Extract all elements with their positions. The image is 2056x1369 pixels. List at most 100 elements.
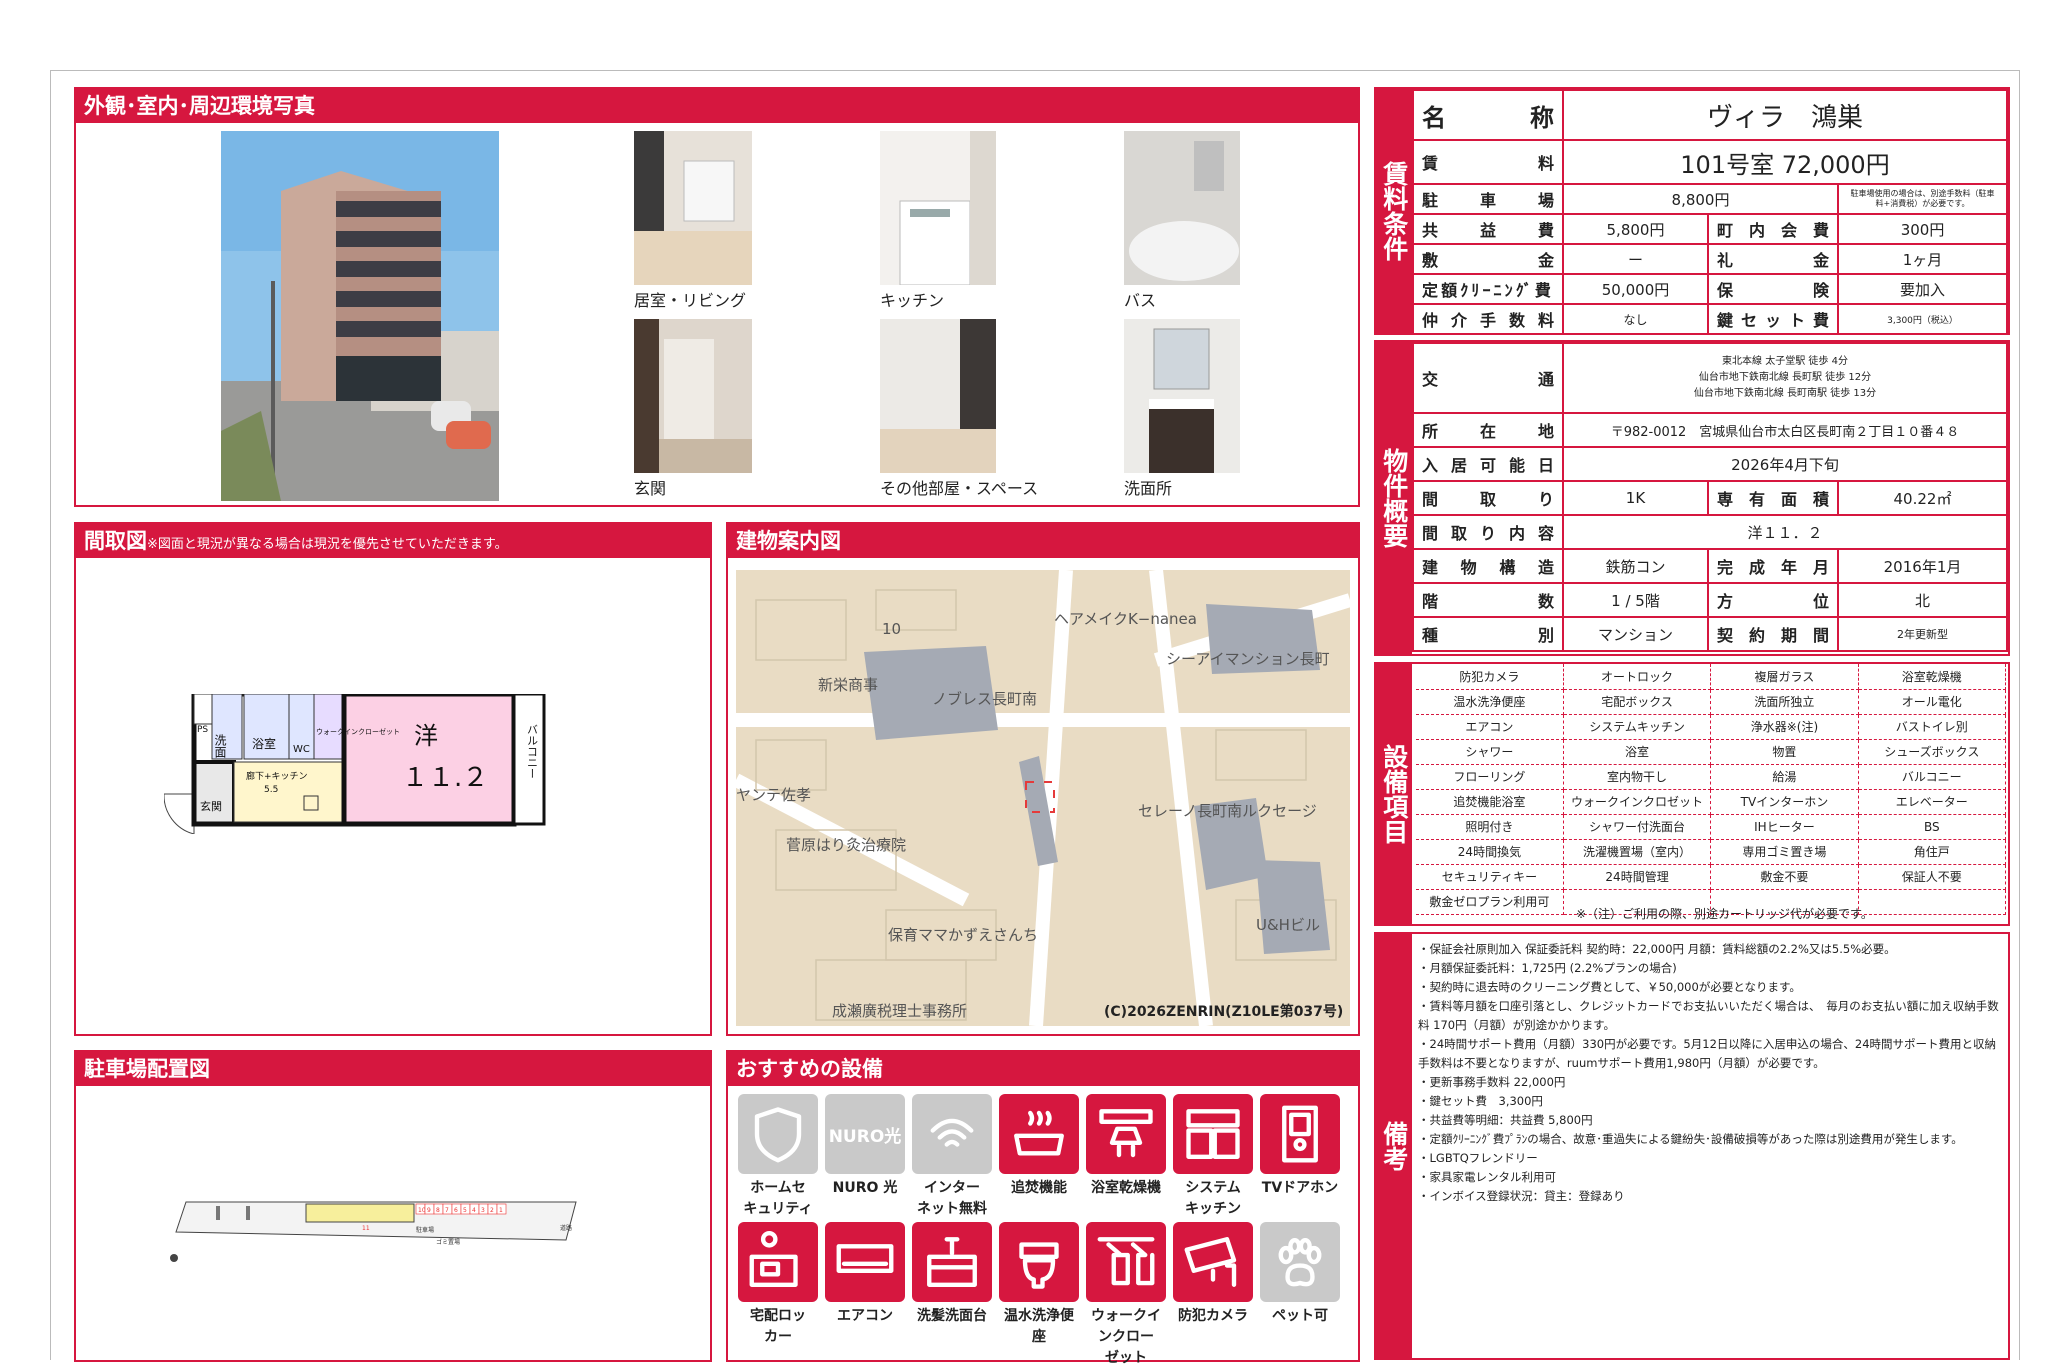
remark-line: ・共益費等明細：共益費 5,800円 bbox=[1418, 1113, 1593, 1127]
recommend-item: インター ネット無料 bbox=[912, 1094, 992, 1220]
caption-living: 居室・リビング bbox=[634, 291, 747, 310]
camera-icon bbox=[1173, 1222, 1253, 1302]
remark-line: ・家具家電レンタル利用可 bbox=[1418, 1170, 1556, 1184]
recommend-item: 追焚機能 bbox=[999, 1094, 1079, 1199]
equipment-item: セキュリティキー bbox=[1416, 864, 1564, 890]
recommend-label: 防犯カメラ bbox=[1178, 1308, 1248, 1324]
bathtub-icon bbox=[999, 1094, 1079, 1174]
floorplan-panel: 間取図※図面と現況が異なる場合は現況を優先させていただきます。 PS 洗面 浴室… bbox=[74, 522, 712, 1036]
map-label-sereno: セレーノ長町南ルクセージ bbox=[1138, 802, 1317, 820]
compass-icon bbox=[170, 1254, 178, 1262]
remark-line: ・月額保証委託料：1,725円 (2.2%プランの場合) bbox=[1418, 961, 1677, 975]
recommend-label: 宅配ロッ カー bbox=[750, 1308, 806, 1345]
map-label-nobless: ノブレス長町南 bbox=[932, 690, 1037, 708]
cleaning-label: 定額ｸﾘｰﾆﾝｸﾞ費 bbox=[1412, 273, 1564, 305]
equipment-item: 専用ゴミ置き場 bbox=[1710, 839, 1859, 865]
equipment-item: 防犯カメラ bbox=[1416, 664, 1564, 690]
living-room-photo[interactable] bbox=[634, 131, 752, 285]
parking-space-number: 3 bbox=[481, 1207, 485, 1214]
town-fee-value: 300円 bbox=[1837, 213, 2008, 245]
rent-section-label: 賃料条件 bbox=[1376, 89, 1412, 333]
map-copyright: (C)2026ZENRIN(Z10LE第037号) bbox=[1104, 1003, 1343, 1020]
equipment-item: バルコニー bbox=[1858, 764, 2007, 790]
equipment-item: シャワー bbox=[1416, 739, 1564, 765]
common-fee-label: 共 益 費 bbox=[1412, 213, 1564, 245]
floorplan-drawing[interactable]: PS 洗面 浴室 WC ウォークインクローゼット 廊下+キッチン 5.5 玄関 … bbox=[163, 691, 624, 835]
recommend-label: 追焚機能 bbox=[1011, 1180, 1067, 1196]
direction-value: 北 bbox=[1837, 582, 2008, 618]
contract-value: 2年更新型 bbox=[1837, 616, 2008, 652]
washroom-photo[interactable] bbox=[1124, 319, 1240, 473]
direction-label: 方 位 bbox=[1707, 582, 1839, 618]
remark-line: ・鍵セット費 3,300円 bbox=[1418, 1094, 1543, 1108]
equipment-item: 24時間管理 bbox=[1563, 864, 1712, 890]
entrance-photo[interactable] bbox=[634, 319, 752, 473]
cleaning-value: 50,000円 bbox=[1562, 273, 1709, 305]
recommend-item: システム キッチン bbox=[1173, 1094, 1253, 1220]
parking-space-number: 2 bbox=[490, 1207, 494, 1214]
caption-kitchen: キッチン bbox=[880, 291, 945, 310]
equipment-item: 洗面所独立 bbox=[1710, 689, 1859, 715]
town-fee-label: 町 内 会 費 bbox=[1706, 213, 1840, 245]
common-fee-value: 5,800円 bbox=[1562, 213, 1709, 245]
equipment-item: オートロック bbox=[1563, 664, 1712, 690]
photos-title: 外観･室内･周辺環境写真 bbox=[76, 89, 1358, 123]
bath-label: 浴室 bbox=[252, 736, 276, 751]
parking-label-lot: 駐車場 bbox=[416, 1226, 434, 1234]
wifi-icon bbox=[912, 1094, 992, 1174]
recommend-item: ホームセ キュリティ bbox=[738, 1094, 818, 1220]
equipment-item: 宅配ボックス bbox=[1563, 689, 1712, 715]
deposit-label: 敷 金 bbox=[1412, 243, 1564, 275]
other-room-photo[interactable] bbox=[880, 319, 996, 473]
equipment-item: 浄水器※(注) bbox=[1710, 714, 1859, 740]
remark-line: ・インボイス登録状況：貸主：登録あり bbox=[1418, 1189, 1625, 1203]
remark-line: ・定額ｸﾘｰﾆﾝｸﾞ費ﾌﾟﾗﾝの場合、故意･重過失による鍵紛失･設備破損等があっ… bbox=[1418, 1132, 1963, 1146]
remarks-section-label: 備考 bbox=[1376, 934, 1412, 1358]
parking-space-number: 8 bbox=[436, 1207, 440, 1214]
exterior-photo[interactable] bbox=[221, 131, 499, 501]
property-panel: 物件概要 交 通 東北本線 太子堂駅 徒歩 4分 仙台市地下鉄南北線 長町駅 徒… bbox=[1374, 340, 2010, 656]
contract-label: 契 約 期 間 bbox=[1707, 616, 1839, 652]
area-label: 専 有 面 積 bbox=[1707, 480, 1839, 516]
equipment-item: 敷金ゼロプラン利用可 bbox=[1416, 889, 1564, 915]
equipment-item: シューズボックス bbox=[1858, 739, 2007, 765]
parking-label-11: 11 bbox=[362, 1225, 370, 1232]
recommend-title: おすすめの設備 bbox=[728, 1052, 1358, 1086]
equipment-panel: 設備項目 防犯カメラ オートロック 複層ガラス 浴室乾燥機 温水洗浄便座 宅配ボックス 洗面… bbox=[1374, 662, 2010, 926]
equipment-item: 温水洗浄便座 bbox=[1416, 689, 1564, 715]
intercom-icon bbox=[1260, 1094, 1340, 1174]
kitchen-icon bbox=[1173, 1094, 1253, 1174]
recommend-label: NURO 光 bbox=[832, 1180, 898, 1196]
recommend-label: システム キッチン bbox=[1185, 1180, 1241, 1217]
room-label: 洋 bbox=[414, 722, 438, 750]
washstand-icon bbox=[912, 1222, 992, 1302]
type-value: マンション bbox=[1562, 616, 1709, 652]
equipment-item: BS bbox=[1858, 814, 2007, 840]
caption-entrance: 玄関 bbox=[634, 479, 667, 498]
recommend-label: ペット可 bbox=[1272, 1308, 1328, 1324]
recommend-item: ペット可 bbox=[1260, 1222, 1340, 1327]
address-value: 〒982-0012 宮城県仙台市太白区長町南２丁目１０番４８ bbox=[1562, 412, 2008, 448]
recommend-label: インター ネット無料 bbox=[917, 1180, 987, 1217]
equipment-item: 24時間換気 bbox=[1416, 839, 1564, 865]
recommend-item: TVドアホン bbox=[1260, 1094, 1340, 1199]
key-money-label: 礼 金 bbox=[1706, 243, 1840, 275]
rent-label: 賃 料 bbox=[1412, 139, 1564, 185]
rent-table: 名 称ヴィラ 鴻巣 賃 料 101号室 72,000円 駐 車 場 8,800円 駐車… bbox=[1412, 89, 2008, 335]
parking-diagram[interactable]: 10 9 8 7 6 5 4 3 2 1 駐車場 道路 ゴミ置場 11 bbox=[166, 1192, 606, 1272]
recommend-item: エアコン bbox=[825, 1222, 905, 1327]
kitchen-photo[interactable] bbox=[880, 131, 996, 285]
area-map[interactable]: ヘアメイクK−nanea シーアイマンション長町 新栄商事 ノブレス長町南 ヤン… bbox=[736, 570, 1350, 1026]
nuro-icon: NURO光 bbox=[825, 1094, 905, 1174]
recommend-item: 浴室乾燥機 bbox=[1086, 1094, 1166, 1199]
equipment-item: 浴室 bbox=[1563, 739, 1712, 765]
layout-detail-label: 間 取 り 内 容 bbox=[1412, 514, 1564, 550]
caption-bath: バス bbox=[1124, 291, 1157, 310]
equipment-item: バストイレ別 bbox=[1858, 714, 2007, 740]
parking-space-number: 9 bbox=[427, 1207, 431, 1214]
equipment-item: TVインターホン bbox=[1710, 789, 1859, 815]
traffic-value: 東北本線 太子堂駅 徒歩 4分 仙台市地下鉄南北線 長町駅 徒歩 12分 仙台市… bbox=[1562, 342, 2008, 414]
equipment-item: フローリング bbox=[1416, 764, 1564, 790]
map-label-hoiku: 保育ママかずえさんち bbox=[888, 926, 1038, 944]
bath-photo[interactable] bbox=[1124, 131, 1240, 285]
